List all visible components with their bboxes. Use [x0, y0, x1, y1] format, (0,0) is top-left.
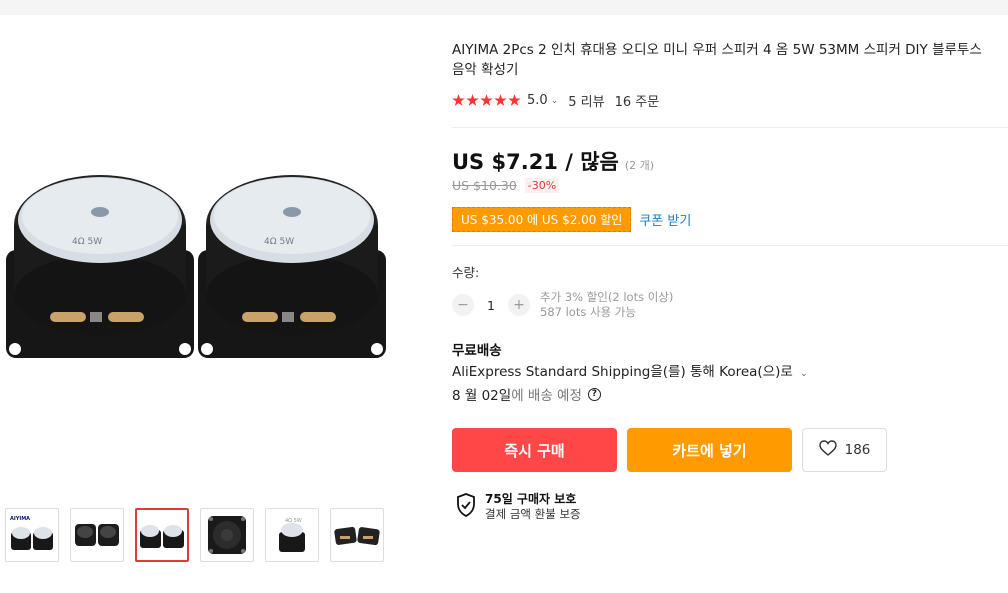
thumbnail-3-selected[interactable] [135, 508, 189, 562]
protection-subtitle: 결제 금액 환불 보증 [485, 507, 581, 521]
shipping-method[interactable]: AliExpress Standard Shipping을(를) 통해 Kore… [452, 364, 793, 380]
star-icon [452, 94, 465, 106]
thumbnail-1[interactable]: AIYIMA [5, 508, 59, 562]
add-to-cart-button[interactable]: 카트에 넣기 [627, 428, 792, 472]
thumbnail-2[interactable] [70, 508, 124, 562]
speaker-label-left: 4Ω 5W [72, 237, 102, 247]
shipping-title: 무료배송 [452, 343, 502, 359]
star-rating [452, 94, 521, 107]
quantity-input[interactable]: 1 [474, 298, 508, 313]
original-price: US $10.30 [452, 178, 517, 193]
quantity-label: 수량: [452, 265, 480, 280]
divider [452, 245, 1008, 246]
rating-row: 5.0 ⌄ 5 리뷰 16 주문 [452, 91, 1007, 110]
wishlist-count: 186 [844, 442, 871, 458]
speaker-label-right: 4Ω 5W [264, 237, 294, 247]
speaker-left: 4Ω 5W [6, 175, 194, 358]
thumbnail-5[interactable]: 4Ω 5W [265, 508, 319, 562]
shield-check-icon [456, 493, 476, 521]
bulk-discount-note: 추가 3% 할인(2 lots 이상) [540, 290, 674, 304]
get-coupon-link[interactable]: 쿠폰 받기 [639, 210, 691, 229]
product-info: AIYIMA 2Pcs 2 인치 휴대용 오디오 미니 우퍼 스피커 4 옴 5… [452, 40, 1007, 110]
chevron-down-icon[interactable]: ⌄ [551, 96, 559, 106]
original-price-row: US $10.30 -30% [452, 178, 560, 193]
main-product-image[interactable]: 4Ω 5W 4Ω 5W [0, 150, 400, 370]
quantity-increase-button[interactable]: + [508, 294, 530, 316]
order-count: 16 주문 [614, 95, 660, 110]
shipping-method-selector[interactable]: AliExpress Standard Shipping을(를) 통해 Kore… [452, 360, 818, 380]
coupon-row: US $35.00 에 US $2.00 할인 쿠폰 받기 [452, 207, 691, 232]
star-icon [466, 94, 479, 106]
price-unit-note: (2 개) [624, 159, 655, 172]
delivery-date-suffix: 에 배송 예정 [511, 388, 582, 404]
protection-title: 75일 구매자 보호 [485, 492, 577, 506]
delivery-estimate: 8 월 02일 에 배송 예정 ? [452, 384, 601, 404]
star-icon [494, 94, 507, 106]
buy-now-button[interactable]: 즉시 구매 [452, 428, 617, 472]
quantity-stepper: − 1 + 추가 3% 할인(2 lots 이상) 587 lots 사용 가능 [452, 290, 673, 320]
delivery-date: 8 월 02일 [452, 388, 512, 404]
quantity-notes: 추가 3% 할인(2 lots 이상) 587 lots 사용 가능 [540, 290, 673, 320]
discount-badge: -30% [524, 178, 560, 193]
buyer-protection: 75일 구매자 보호 결제 금액 환불 보증 [456, 492, 581, 522]
protection-text: 75일 구매자 보호 결제 금액 환불 보증 [485, 492, 581, 522]
help-icon[interactable]: ? [587, 387, 601, 401]
thumbnail-6[interactable] [330, 508, 384, 562]
product-title: AIYIMA 2Pcs 2 인치 휴대용 오디오 미니 우퍼 스피커 4 옴 5… [452, 42, 982, 78]
current-price: US $7.21 / 많음 [452, 150, 619, 174]
speaker-right: 4Ω 5W [198, 175, 386, 358]
wishlist-button[interactable]: 186 [802, 428, 887, 472]
star-icon [508, 94, 521, 106]
thumbnail-4[interactable] [200, 508, 254, 562]
top-bar [0, 0, 1008, 15]
heart-icon [818, 440, 837, 460]
rating-value[interactable]: 5.0 [527, 93, 548, 108]
review-count[interactable]: 5 리뷰 [568, 91, 604, 110]
thumbnail-label: 4Ω 5W [285, 518, 302, 524]
star-icon [480, 94, 493, 106]
stock-available-note: 587 lots 사용 가능 [540, 305, 636, 319]
thumbnail-brand: AIYIMA [10, 516, 30, 522]
coupon-badge[interactable]: US $35.00 에 US $2.00 할인 [452, 207, 632, 232]
quantity-decrease-button[interactable]: − [452, 294, 474, 316]
divider [452, 127, 1008, 128]
thumbnail-strip: AIYIMA 4Ω 5W [5, 508, 384, 562]
chevron-down-icon[interactable]: ⌄ [800, 369, 808, 379]
price-row: US $7.21 / 많음 (2 개) [452, 146, 654, 176]
